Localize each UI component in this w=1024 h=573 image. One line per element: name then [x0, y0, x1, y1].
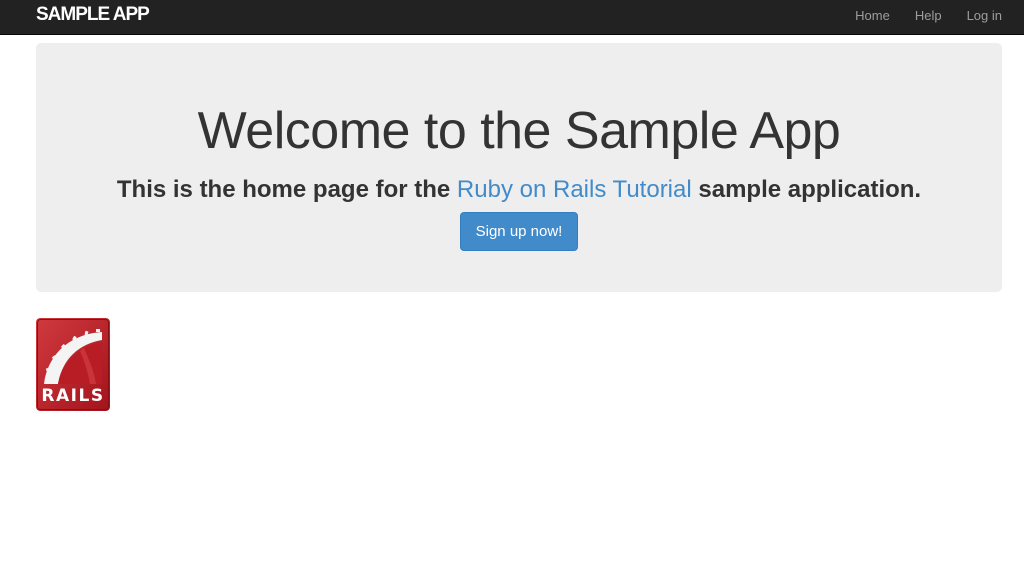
nav-link-home[interactable]: Home	[855, 8, 890, 23]
page-title: Welcome to the Sample App	[197, 102, 841, 160]
rails-logo-text: RAILS	[41, 386, 105, 406]
rails-tutorial-link[interactable]: Ruby on Rails Tutorial	[457, 176, 692, 203]
app-logo-link[interactable]: SAMPLE APP	[36, 4, 150, 26]
subtitle-text-after: sample application.	[691, 176, 922, 203]
nav-link-log-in[interactable]: Log in	[967, 8, 1002, 23]
hero-jumbotron: Welcome to the Sample App This is the ho…	[36, 43, 1002, 292]
subtitle-text-before: This is the home page for the	[116, 176, 457, 203]
sign-up-button[interactable]: Sign up now!	[460, 212, 578, 251]
nav-links: Home Help Log in	[830, 0, 1002, 30]
nav-link-help[interactable]: Help	[915, 8, 942, 23]
page-subtitle: This is the home page for the Ruby on Ra…	[36, 176, 1002, 204]
rails-logo-icon[interactable]: RAILS	[36, 318, 110, 411]
top-navbar: SAMPLE APP Home Help Log in	[0, 0, 1024, 35]
